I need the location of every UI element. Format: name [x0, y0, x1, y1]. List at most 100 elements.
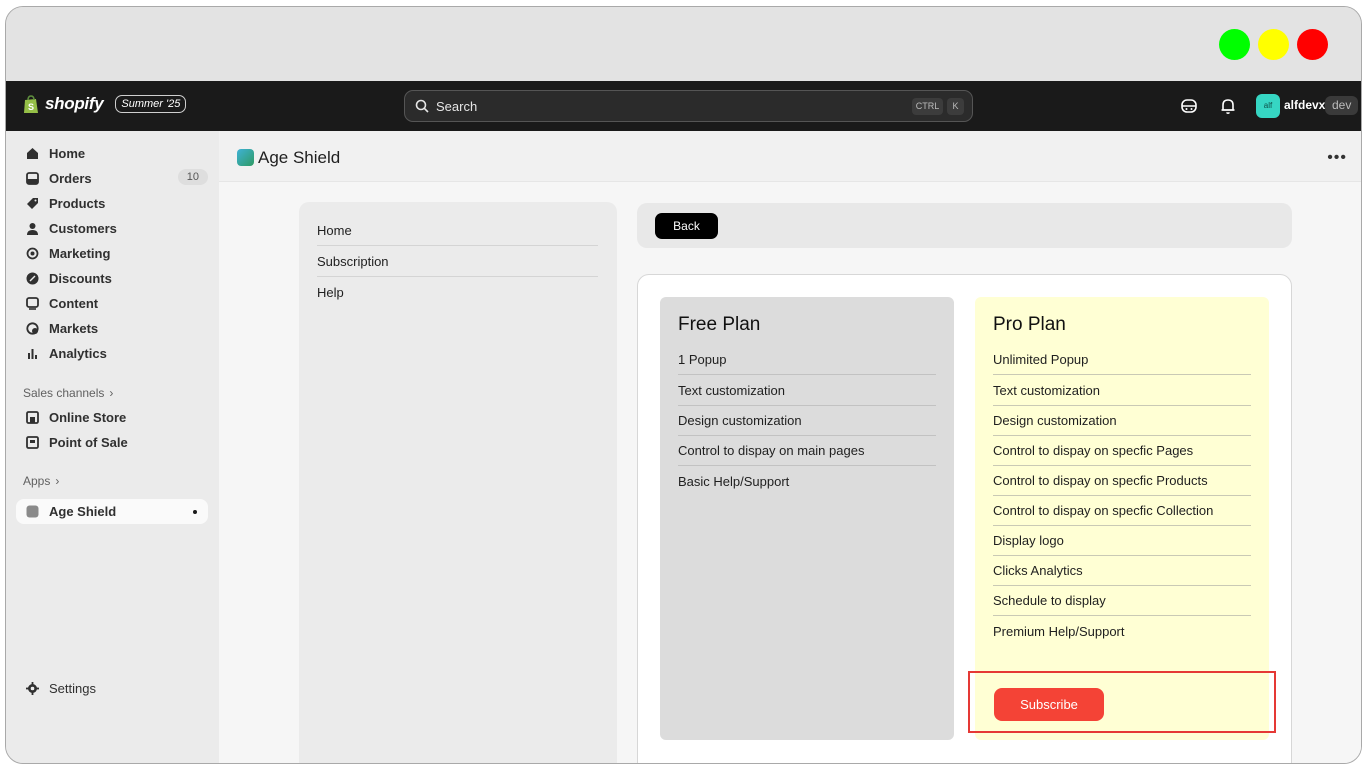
- close-window-button[interactable]: [1297, 29, 1328, 60]
- window-titlebar: [6, 7, 1361, 81]
- sidebar-item-settings[interactable]: Settings: [16, 676, 208, 701]
- page-title: Age Shield: [258, 148, 341, 167]
- person-icon: [25, 222, 39, 236]
- edition-badge[interactable]: Summer '25: [115, 95, 187, 113]
- sidebar-item-label: Orders: [49, 171, 92, 186]
- env-badge: dev: [1325, 96, 1359, 115]
- shortcut-key-ctrl: CTRL: [912, 98, 943, 115]
- sidebar-item-products[interactable]: Products: [16, 191, 208, 216]
- minimize-window-button[interactable]: [1258, 29, 1289, 60]
- plan-feature: Basic Help/Support: [678, 473, 790, 489]
- sidebar-item-label: Online Store: [49, 410, 127, 425]
- sidekick-icon[interactable]: [1179, 96, 1199, 116]
- bar-chart-icon: [25, 347, 39, 361]
- app-window: S shopify Summer '25 Search CTRL K alf a…: [5, 6, 1362, 764]
- plan-title: Pro Plan: [993, 314, 1066, 335]
- shopify-logo[interactable]: S shopify Summer '25: [23, 94, 187, 114]
- plan-feature: Clicks Analytics: [993, 556, 1251, 586]
- plan-feature: Unlimited Popup: [993, 345, 1251, 375]
- store-name[interactable]: alfdevx: [1284, 98, 1325, 112]
- sidebar-item-discounts[interactable]: Discounts: [16, 266, 208, 291]
- sidebar-item-analytics[interactable]: Analytics: [16, 341, 208, 366]
- sidebar-item-label: Settings: [49, 681, 96, 696]
- plan-feature: Display logo: [993, 526, 1251, 556]
- apps-heading[interactable]: Apps ›: [23, 474, 59, 488]
- svg-text:S: S: [28, 102, 34, 112]
- orders-count-badge: 10: [177, 169, 208, 185]
- page-header: Age Shield •••: [219, 131, 1361, 182]
- store-icon: [25, 411, 39, 425]
- bell-icon[interactable]: [1218, 96, 1238, 116]
- pos-icon: [25, 436, 39, 450]
- sidebar-item-label: Analytics: [49, 346, 107, 361]
- sidebar-item-point-of-sale[interactable]: Point of Sale: [16, 430, 208, 455]
- more-horizontal-icon[interactable]: •••: [1327, 149, 1347, 167]
- discount-icon: [25, 272, 39, 286]
- app-nav-subscription[interactable]: Subscription: [317, 247, 598, 277]
- logo-wordmark: shopify: [45, 94, 104, 113]
- app-embed-content: Home Subscription Help Back Free Plan 1 …: [219, 182, 1361, 763]
- chevron-right-icon: ›: [109, 386, 114, 400]
- sidebar-item-label: Home: [49, 146, 86, 161]
- app-nav-help[interactable]: Help: [317, 277, 598, 307]
- main-content: Age Shield ••• Home Subscription Help Ba…: [219, 131, 1361, 763]
- sales-channels-heading[interactable]: Sales channels ›: [23, 386, 113, 400]
- plan-feature: Control to dispay on specfic Products: [993, 466, 1251, 496]
- plan-feature: Control to dispay on specfic Collection: [993, 496, 1251, 526]
- section-title-label: Sales channels: [23, 386, 105, 400]
- search-icon: [415, 99, 429, 113]
- chevron-right-icon: ›: [55, 474, 60, 488]
- sidebar-item-label: Marketing: [49, 246, 111, 261]
- plan-title: Free Plan: [678, 314, 761, 335]
- sidebar-item-label: Products: [49, 196, 106, 211]
- sidebar-item-label: Customers: [49, 221, 117, 236]
- back-button[interactable]: Back: [655, 213, 718, 239]
- plan-feature: 1 Popup: [678, 345, 936, 375]
- sidebar-item-online-store[interactable]: Online Store: [16, 405, 208, 430]
- plan-feature: Schedule to display: [993, 586, 1251, 616]
- sidebar-item-orders[interactable]: Orders 10: [16, 166, 208, 191]
- globe-icon: [25, 322, 39, 336]
- sidebar-item-content[interactable]: Content: [16, 291, 208, 316]
- sidebar-item-label: Content: [49, 296, 99, 311]
- free-plan-card: Free Plan 1 Popup Text customization Des…: [660, 297, 954, 740]
- subscribe-button[interactable]: Subscribe: [994, 688, 1104, 721]
- app-icon: [25, 505, 39, 519]
- target-icon: [25, 247, 39, 261]
- sidebar-item-label: Discounts: [49, 271, 112, 286]
- active-indicator: [193, 510, 197, 514]
- shortcut-key-k: K: [947, 98, 964, 115]
- sidebar-item-customers[interactable]: Customers: [16, 216, 208, 241]
- sidebar-item-label: Markets: [49, 321, 99, 336]
- plan-feature: Text customization: [993, 376, 1251, 406]
- plan-feature: Control to dispay on main pages: [678, 436, 936, 466]
- plan-feature: Design customization: [993, 406, 1251, 436]
- plan-feature: Text customization: [678, 376, 936, 406]
- sidebar-item-home[interactable]: Home: [16, 141, 208, 166]
- plan-feature: Design customization: [678, 406, 936, 436]
- back-bar: Back: [637, 203, 1292, 248]
- sidebar-item-markets[interactable]: Markets: [16, 316, 208, 341]
- sidebar-item-age-shield[interactable]: Age Shield: [16, 499, 208, 524]
- sidebar-item-marketing[interactable]: Marketing: [16, 241, 208, 266]
- content-icon: [25, 297, 39, 311]
- section-title-label: Apps: [23, 474, 51, 488]
- plans-card: Free Plan 1 Popup Text customization Des…: [637, 274, 1292, 763]
- search-placeholder: Search: [436, 98, 478, 114]
- tag-icon: [25, 197, 39, 211]
- app-nav-home[interactable]: Home: [317, 216, 598, 246]
- age-shield-app-icon: [237, 149, 254, 166]
- orders-icon: [25, 172, 39, 186]
- subscribe-highlight: Subscribe: [968, 671, 1276, 733]
- maximize-window-button[interactable]: [1219, 29, 1250, 60]
- sidebar-item-label: Point of Sale: [49, 435, 128, 450]
- search-input[interactable]: Search CTRL K: [404, 90, 973, 122]
- admin-sidebar: Home Orders 10 Products Customers Market…: [6, 131, 219, 763]
- app-nav-panel: Home Subscription Help: [299, 202, 617, 763]
- plan-feature: Control to dispay on specfic Pages: [993, 436, 1251, 466]
- home-icon: [25, 147, 39, 161]
- sidebar-item-label: Age Shield: [49, 504, 117, 519]
- plan-feature: Premium Help/Support: [993, 623, 1125, 639]
- admin-topbar: S shopify Summer '25 Search CTRL K alf a…: [6, 81, 1361, 131]
- avatar[interactable]: alf: [1256, 94, 1280, 118]
